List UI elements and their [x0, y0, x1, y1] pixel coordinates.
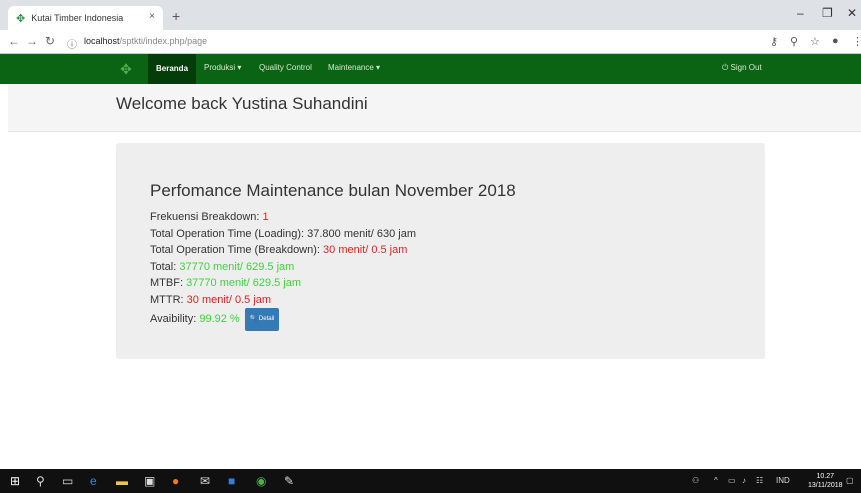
- close-window-icon[interactable]: ✕: [847, 6, 857, 20]
- metric-row: MTTR: 30 menit/ 0.5 jam: [150, 293, 272, 306]
- photoshop-icon[interactable]: ■: [228, 473, 235, 489]
- welcome-banner: Welcome back Yustina Suhandini: [8, 84, 861, 132]
- store-icon[interactable]: ▣: [144, 473, 155, 489]
- battery-icon[interactable]: ▭: [728, 476, 736, 485]
- tab-title: Kutai Timber Indonesia: [31, 13, 124, 23]
- volume-icon[interactable]: ♪: [742, 476, 746, 485]
- account-icon[interactable]: ●: [832, 35, 839, 47]
- system-clock[interactable]: 10.27 13/11/2018: [808, 472, 843, 490]
- metric-row: Total: 37770 menit/ 629.5 jam: [150, 260, 295, 273]
- paint-icon[interactable]: ✎: [284, 473, 294, 489]
- chevron-up-icon[interactable]: ^: [714, 476, 718, 485]
- new-tab-button[interactable]: +: [172, 8, 180, 24]
- minimize-icon[interactable]: –: [797, 6, 804, 20]
- forward-icon[interactable]: →: [26, 34, 38, 48]
- performance-panel: Perfomance Maintenance bulan November 20…: [116, 143, 765, 359]
- site-info-icon[interactable]: ⓘ: [67, 36, 77, 51]
- metric-row: MTBF: 37770 menit/ 629.5 jam: [150, 277, 302, 289]
- people-icon[interactable]: ⚇: [692, 476, 699, 485]
- language-indicator[interactable]: IND: [776, 476, 790, 485]
- browser-tab-strip: ✥ Kutai Timber Indonesia × + – ❐ ✕: [0, 0, 861, 30]
- firefox-icon[interactable]: ●: [172, 473, 179, 489]
- metric-value: 37770 menit/ 629.5 jam: [179, 260, 295, 273]
- detail-button[interactable]: 🔍 Detail: [244, 308, 280, 331]
- nav-produksi[interactable]: Produksi ▾: [204, 63, 241, 72]
- mail-icon[interactable]: ✉: [200, 473, 210, 489]
- chrome-icon[interactable]: ◉: [256, 473, 266, 489]
- os-taskbar: ⊞ ⚲ ▭ e ▬ ▣ ● ✉ ■ ◉ ✎ ⚇ ^ ▭ ♪ ☷ IND 10.2…: [0, 469, 861, 493]
- metric-value: 30 menit/ 0.5 jam: [323, 244, 408, 256]
- metric-row: Frekuensi Breakdown: 1: [150, 211, 269, 223]
- welcome-heading: Welcome back Yustina Suhandini: [116, 94, 368, 113]
- maximize-icon[interactable]: ❐: [822, 6, 833, 20]
- menu-icon[interactable]: ⋮: [852, 35, 861, 48]
- url-field[interactable]: localhost/sptkti/index.php/page: [84, 36, 207, 46]
- notification-icon[interactable]: ▢: [846, 476, 854, 485]
- file-explorer-icon[interactable]: ▬: [116, 473, 128, 489]
- back-icon[interactable]: ←: [8, 34, 20, 48]
- nav-quality-control[interactable]: Quality Control: [259, 63, 312, 72]
- zoom-icon[interactable]: ⚲: [790, 35, 798, 48]
- metric-value: 30 menit/ 0.5 jam: [186, 293, 272, 306]
- address-bar: ← → ↻ ⓘ localhost/sptkti/index.php/page …: [0, 30, 861, 54]
- windows-start-icon[interactable]: ⊞: [10, 473, 20, 489]
- nav-beranda[interactable]: Beranda: [148, 54, 197, 84]
- search-icon[interactable]: ⚲: [36, 473, 45, 489]
- metric-row: Total Operation Time (Loading): 37.800 m…: [150, 227, 416, 240]
- site-favicon-icon: ✥: [16, 12, 26, 25]
- sign-out-link[interactable]: ⏻ Sign Out: [722, 63, 762, 73]
- panel-title: Perfomance Maintenance bulan November 20…: [150, 181, 516, 200]
- site-navbar: ✥ Beranda Produksi ▾ Quality Control Mai…: [0, 54, 861, 84]
- metric-value: 37.800 menit/ 630 jam: [307, 227, 416, 240]
- task-view-icon[interactable]: ▭: [62, 473, 73, 489]
- key-icon[interactable]: ⚷: [770, 35, 778, 48]
- nav-maintenance[interactable]: Maintenance ▾: [328, 63, 380, 72]
- metric-row: Avaibility: 99.92 % 🔍 Detail: [150, 308, 416, 331]
- browser-tab[interactable]: ✥ Kutai Timber Indonesia ×: [8, 6, 163, 30]
- metric-row: Total Operation Time (Breakdown): 30 men…: [150, 244, 408, 256]
- site-logo-icon[interactable]: ✥: [118, 61, 134, 77]
- tab-close-icon[interactable]: ×: [149, 11, 155, 22]
- metric-value: 37770 menit/ 629.5 jam: [186, 277, 302, 289]
- metric-value: 99.92 %: [199, 313, 240, 326]
- metric-value: 1: [262, 211, 269, 223]
- bookmark-star-icon[interactable]: ☆: [810, 35, 820, 48]
- reload-icon[interactable]: ↻: [45, 34, 55, 48]
- metrics-list: Frekuensi Breakdown: 1 Total Operation T…: [150, 209, 416, 331]
- network-icon[interactable]: ☷: [756, 476, 763, 485]
- edge-icon[interactable]: e: [90, 473, 97, 489]
